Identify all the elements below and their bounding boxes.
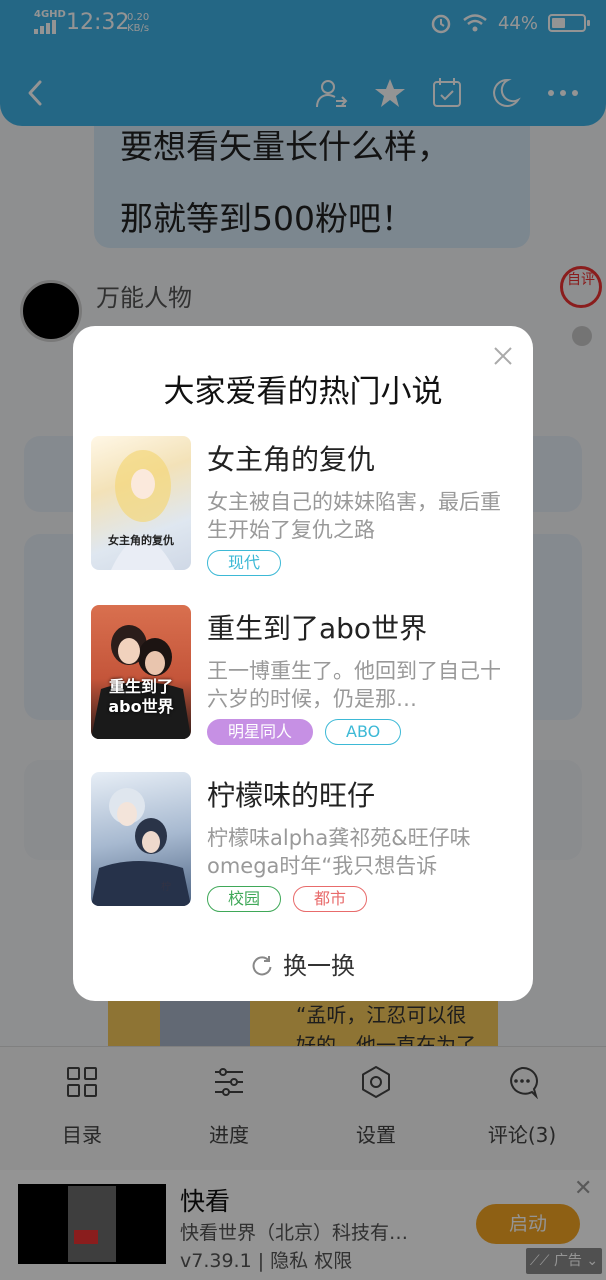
- novel-tags: 校园 都市: [207, 886, 368, 912]
- novel-cover[interactable]: 重生到了abo世界: [91, 605, 191, 739]
- refresh-icon: [252, 956, 272, 976]
- novel-tag[interactable]: 现代: [207, 550, 282, 576]
- novel-tag[interactable]: ABO: [325, 719, 402, 745]
- novel-tag[interactable]: 明星同人: [207, 719, 314, 745]
- novel-title: 重生到了abo世界: [207, 612, 428, 645]
- cover-art: [111, 450, 175, 570]
- novel-item[interactable]: 重生到了abo世界 重生到了abo世界 王一博重生了。他回到了自己十六岁的时候，…: [91, 605, 521, 745]
- hot-novels-popup: 大家爱看的热门小说 女主角的复仇 女主角的复仇 女主被自己的妹妹陷害，最后重生开…: [73, 326, 533, 1001]
- cover-art: [91, 625, 191, 739]
- cover-title: 重生到了abo世界: [108, 677, 174, 716]
- novel-description: 王一博重生了。他回到了自己十六岁的时候，仍是那…: [207, 659, 501, 711]
- novel-title: 女主角的复仇: [207, 443, 376, 476]
- cover-art: 柠: [91, 788, 191, 906]
- novel-description: 柠檬味alpha龚祁苑&旺仔味omega时年“我只想告诉: [207, 826, 471, 878]
- cover-title: 女主角的复仇: [108, 534, 174, 547]
- novel-tags: 明星同人 ABO: [207, 719, 402, 745]
- svg-text:柠: 柠: [161, 880, 171, 893]
- novel-item[interactable]: 女主角的复仇 女主角的复仇 女主被自己的妹妹陷害，最后重生开始了复仇之路 现代: [91, 436, 521, 576]
- popup-title: 大家爱看的热门小说: [163, 374, 443, 410]
- novel-tag[interactable]: 都市: [293, 886, 368, 912]
- novel-tag[interactable]: 校园: [207, 886, 282, 912]
- close-icon[interactable]: [491, 344, 515, 368]
- novel-description: 女主被自己的妹妹陷害，最后重生开始了复仇之路: [207, 490, 501, 542]
- novel-item[interactable]: 柠 柠檬味的旺仔 柠檬味alpha龚祁苑&旺仔味omega时年“我只想告诉 校园…: [91, 772, 521, 912]
- refresh-label: 换一换: [283, 952, 355, 980]
- novel-title: 柠檬味的旺仔: [207, 779, 376, 812]
- novel-tags: 现代: [207, 550, 282, 576]
- novel-cover[interactable]: 柠: [91, 772, 191, 906]
- refresh-button[interactable]: 换一换: [73, 946, 533, 981]
- novel-cover[interactable]: 女主角的复仇: [91, 436, 191, 570]
